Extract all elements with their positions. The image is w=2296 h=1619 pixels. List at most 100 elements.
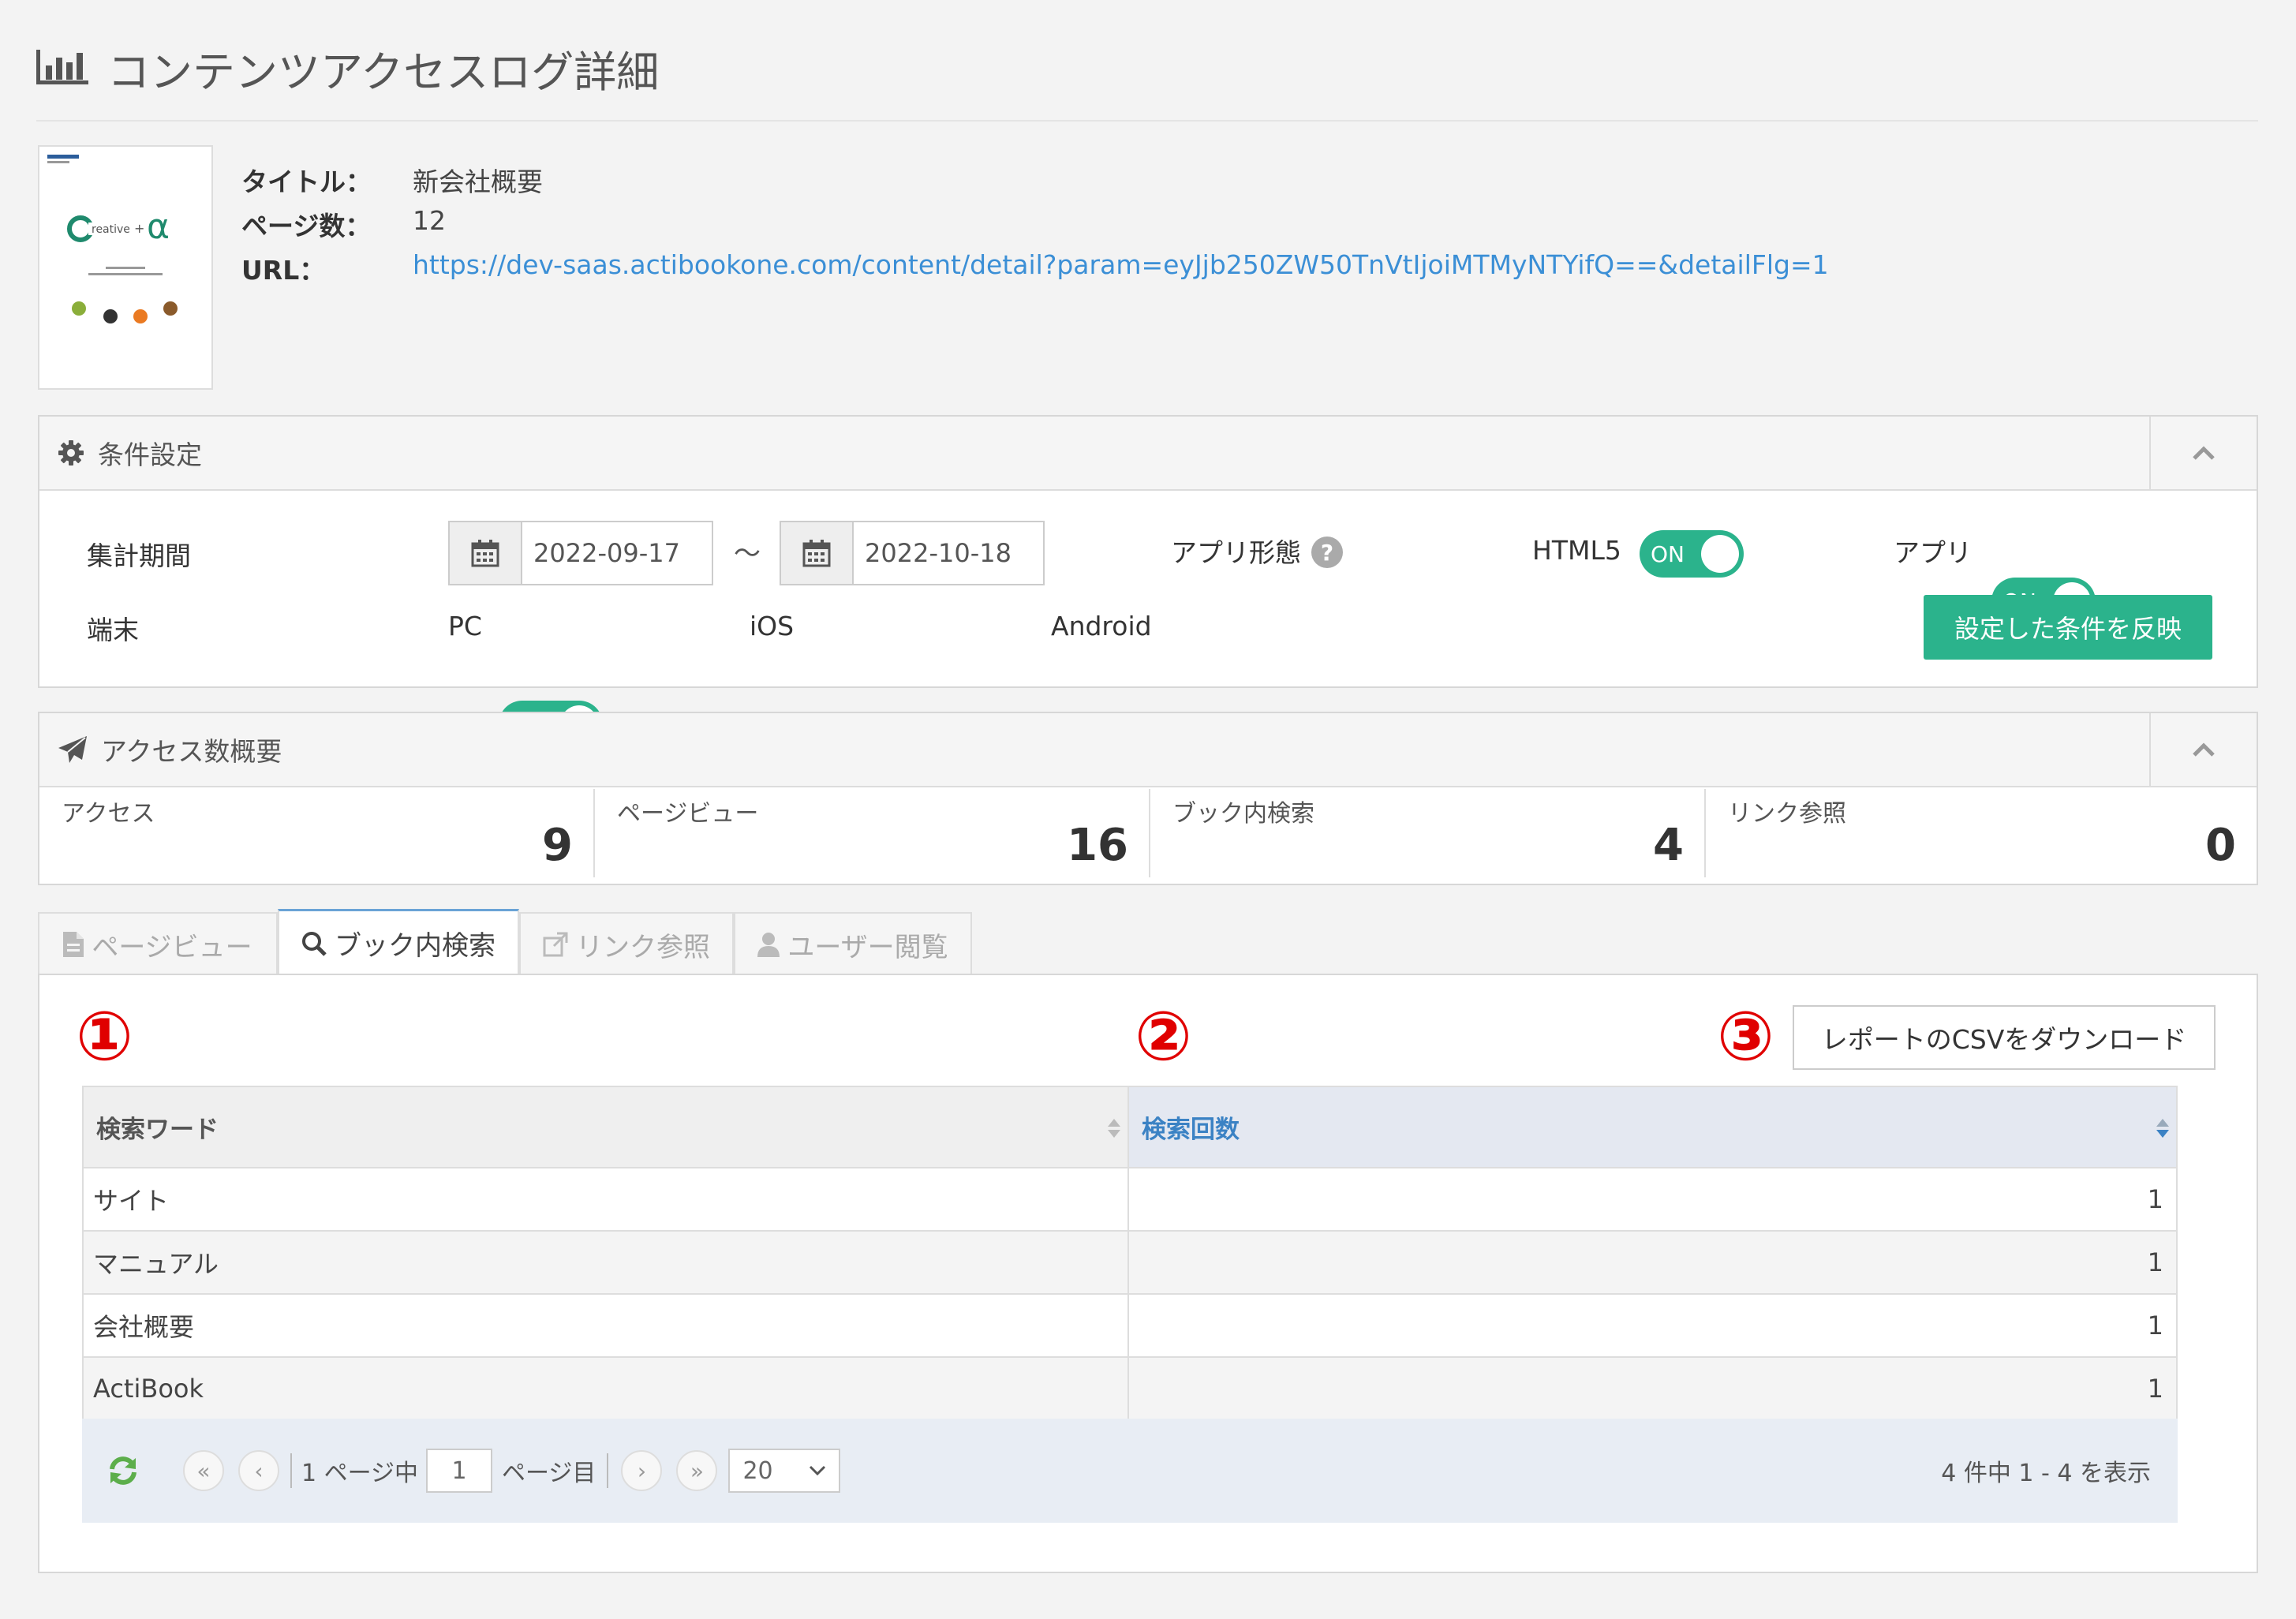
stat-link-reference: リンク参照 0 <box>1706 789 2257 877</box>
title-label: タイトル： <box>241 166 372 197</box>
page-size-select[interactable]: 20 <box>728 1449 841 1493</box>
date-to-input[interactable] <box>854 522 1043 584</box>
search-count-cell: 1 <box>1128 1168 2176 1232</box>
stat-label: リンク参照 <box>1728 800 1846 828</box>
table-row: ActiBook 1 <box>84 1357 2176 1421</box>
stat-access: アクセス 9 <box>39 789 593 877</box>
tab-label: ブック内検索 <box>335 930 495 962</box>
stat-page-views: ページビュー 16 <box>595 789 1149 877</box>
search-word-cell: ActiBook <box>84 1357 1129 1421</box>
table-pager: « ‹ 1 ページ中 ページ目 › » 20 4 件中 1 - 4 を表示 <box>82 1419 2178 1523</box>
summary-panel-title: アクセス数概要 <box>101 736 282 767</box>
search-count-cell: 1 <box>1128 1231 2176 1295</box>
conditions-collapse-button[interactable] <box>2149 417 2257 489</box>
period-label: 集計期間 <box>87 540 191 571</box>
help-icon[interactable]: ? <box>1311 537 1343 568</box>
marker-1: ① <box>76 997 133 1076</box>
ios-label: iOS <box>750 611 795 641</box>
conditions-panel-header: 条件設定 <box>39 417 2257 491</box>
app-form-label: アプリ形態 <box>1171 537 1301 568</box>
external-link-icon <box>543 932 568 957</box>
chevron-up-icon <box>2193 742 2215 757</box>
toggle-state: ON <box>1651 540 1685 567</box>
pages-label: ページ数： <box>241 211 372 241</box>
marker-3: ③ <box>1717 997 1774 1076</box>
calendar-icon[interactable] <box>781 522 854 584</box>
apply-conditions-button[interactable]: 設定した条件を反映 <box>1924 595 2212 660</box>
pager-divider <box>607 1453 609 1488</box>
last-page-button[interactable]: » <box>676 1450 718 1491</box>
svg-text:reative: reative <box>92 223 130 236</box>
tab-page-view[interactable]: ページビュー <box>38 912 278 975</box>
chevron-down-icon <box>810 1465 826 1476</box>
date-range-separator: ～ <box>734 538 761 570</box>
page-title: コンテンツアクセスログ詳細 <box>107 47 660 97</box>
current-page-input[interactable] <box>426 1449 493 1493</box>
android-label: Android <box>1051 611 1152 641</box>
column-header-label: 検索回数 <box>1142 1116 1240 1144</box>
tab-book-search[interactable]: ブック内検索 <box>278 909 519 975</box>
stat-value: 0 <box>2205 820 2236 871</box>
calendar-icon[interactable] <box>450 522 522 584</box>
column-header-search-word[interactable]: 検索ワード <box>84 1087 1129 1168</box>
download-csv-button[interactable]: レポートのCSVをダウンロード <box>1793 1005 2216 1070</box>
sort-icon <box>1108 1119 1120 1138</box>
search-results-table: 検索ワード 検索回数 サイト 1 マニュアル 1 会社概要 1 ActiBook… <box>84 1087 2176 1421</box>
tab-label: リンク参照 <box>576 931 710 963</box>
stat-value: 9 <box>542 820 573 871</box>
gear-icon <box>58 440 84 466</box>
tab-link-reference[interactable]: リンク参照 <box>519 912 734 975</box>
svg-text:+: + <box>134 221 144 236</box>
user-icon <box>757 933 780 957</box>
pages-value: 12 <box>413 205 446 236</box>
date-to-group <box>780 521 1045 585</box>
access-summary-panel: アクセス数概要 アクセス 9 ページビュー 16 ブック内検索 4 リンク参照 … <box>38 712 2258 885</box>
content-url-link[interactable]: https://dev-saas.actibookone.com/content… <box>413 249 1829 280</box>
next-page-button[interactable]: › <box>621 1450 663 1491</box>
marker-2: ② <box>1135 997 1192 1076</box>
stat-label: ブック内検索 <box>1172 800 1314 828</box>
header-divider <box>36 120 2258 122</box>
conditions-panel: 条件設定 集計期間 ～ アプリ形態 ? H <box>38 415 2258 843</box>
content-thumbnail: reative + α <box>38 145 213 390</box>
url-label: URL： <box>241 255 326 286</box>
table-row: マニュアル 1 <box>84 1231 2176 1295</box>
html5-label: HTML5 <box>1532 535 1621 566</box>
pager-divider <box>290 1453 292 1488</box>
conditions-panel-title: 条件設定 <box>98 439 202 470</box>
document-icon <box>63 932 84 957</box>
refresh-icon[interactable] <box>107 1455 139 1486</box>
tab-user-view[interactable]: ユーザー閲覧 <box>734 912 972 975</box>
bar-chart-icon <box>36 48 88 88</box>
search-word-cell: マニュアル <box>84 1231 1129 1295</box>
search-word-cell: 会社概要 <box>84 1294 1129 1358</box>
search-word-cell: サイト <box>84 1168 1129 1232</box>
record-range-text: 4 件中 1 - 4 を表示 <box>1941 1460 2151 1487</box>
date-from-group <box>448 521 713 585</box>
tab-label: ページビュー <box>92 931 252 963</box>
table-row: 会社概要 1 <box>84 1294 2176 1358</box>
stat-value: 16 <box>1067 820 1128 871</box>
sort-descending-icon <box>2156 1119 2169 1138</box>
page-size-value: 20 <box>742 1456 773 1485</box>
html5-toggle[interactable]: ON <box>1640 530 1744 578</box>
title-value: 新会社概要 <box>413 166 543 197</box>
stat-label: ページビュー <box>617 800 759 828</box>
stat-book-search: ブック内検索 4 <box>1150 789 1704 877</box>
page-suffix-text: ページ目 <box>502 1460 596 1487</box>
chevron-up-icon <box>2193 446 2215 460</box>
device-label: 端末 <box>87 615 139 645</box>
summary-collapse-button[interactable] <box>2149 713 2257 786</box>
pc-label: PC <box>448 611 482 641</box>
stat-label: アクセス <box>62 800 155 828</box>
paper-plane-icon <box>58 736 87 763</box>
prev-page-button[interactable]: ‹ <box>238 1450 279 1491</box>
table-row: サイト 1 <box>84 1168 2176 1232</box>
first-page-button[interactable]: « <box>183 1450 224 1491</box>
date-from-input[interactable] <box>522 522 712 584</box>
column-header-label: 検索ワード <box>96 1116 219 1144</box>
total-pages-text: 1 ページ中 <box>301 1460 419 1487</box>
search-results-table-wrapper: 検索ワード 検索回数 サイト 1 マニュアル 1 会社概要 1 ActiBook… <box>82 1086 2178 1421</box>
stat-value: 4 <box>1653 820 1684 871</box>
column-header-search-count[interactable]: 検索回数 <box>1128 1087 2176 1168</box>
